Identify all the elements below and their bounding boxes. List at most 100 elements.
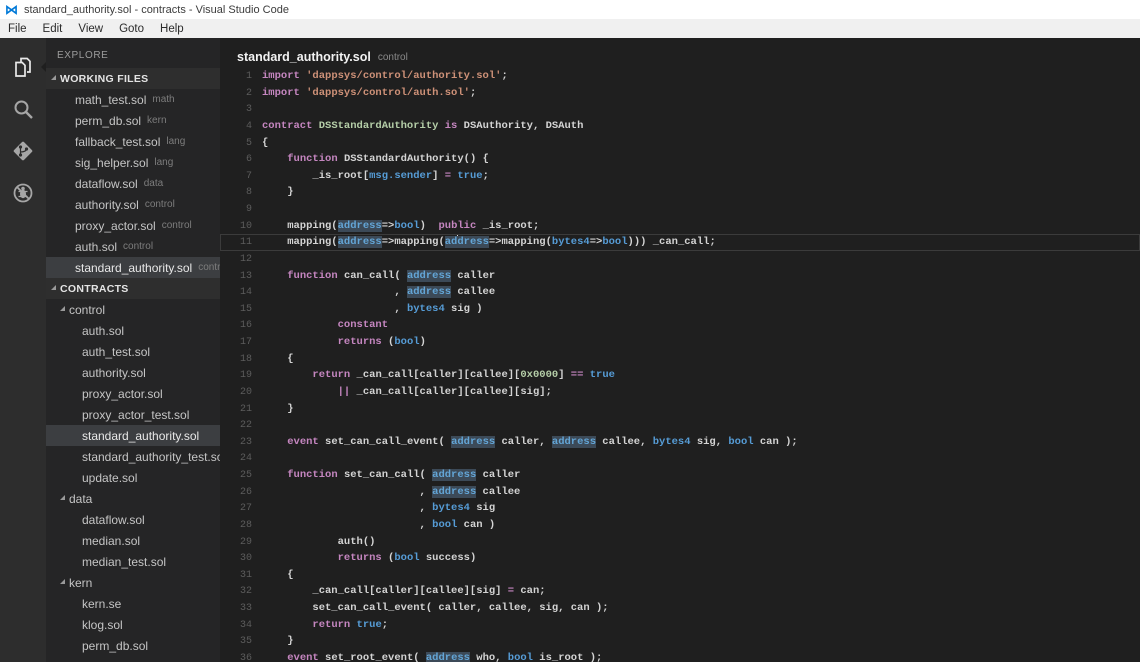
code-line[interactable]: 26 , address callee <box>220 484 1140 501</box>
menu-item-help[interactable]: Help <box>152 19 192 38</box>
code-line[interactable]: 29 auth() <box>220 534 1140 551</box>
tree-file-item[interactable]: standard_authority.sol <box>46 425 220 446</box>
chevron-expanded-icon <box>60 306 65 311</box>
tree-file-item[interactable]: kern.se <box>46 593 220 614</box>
line-content: function DSStandardAuthority() { <box>252 153 489 165</box>
editor-tab[interactable]: standard_authority.sol control <box>220 38 1140 68</box>
item-name: proxy_actor.sol <box>82 387 163 401</box>
working-file-item[interactable]: authority.solcontrol <box>46 194 220 215</box>
tab-folder-hint: control <box>378 52 408 64</box>
tree-folder-item[interactable]: data <box>46 488 220 509</box>
line-content <box>252 452 262 464</box>
contracts-label: CONTRACTS <box>60 283 129 295</box>
tree-folder-item[interactable]: lang <box>46 656 220 662</box>
tree-folder-item[interactable]: control <box>46 299 220 320</box>
code-line[interactable]: 4contract DSStandardAuthority is DSAutho… <box>220 118 1140 135</box>
working-file-item[interactable]: math_test.solmath <box>46 89 220 110</box>
menu-item-goto[interactable]: Goto <box>111 19 152 38</box>
contracts-section-header[interactable]: CONTRACTS <box>46 278 220 299</box>
code-line[interactable]: 3 <box>220 101 1140 118</box>
code-line[interactable]: 33 set_can_call_event( caller, callee, s… <box>220 600 1140 617</box>
working-file-item[interactable]: proxy_actor.solcontrol <box>46 215 220 236</box>
working-file-item[interactable]: standard_authority.solcontrol <box>46 257 220 278</box>
tree-file-item[interactable]: proxy_actor_test.sol <box>46 404 220 425</box>
working-file-item[interactable]: perm_db.solkern <box>46 110 220 131</box>
code-line[interactable]: 28 , bool can ) <box>220 517 1140 534</box>
file-name: proxy_actor.sol <box>75 219 156 233</box>
code-line[interactable]: 25 function set_can_call( address caller <box>220 467 1140 484</box>
code-line[interactable]: 35 } <box>220 633 1140 650</box>
tree-file-item[interactable]: perm_db.sol <box>46 635 220 656</box>
working-files-section-header[interactable]: WORKING FILES <box>46 68 220 89</box>
code-line[interactable]: 21 } <box>220 401 1140 418</box>
working-file-item[interactable]: sig_helper.sollang <box>46 152 220 173</box>
menu-item-file[interactable]: File <box>0 19 35 38</box>
explorer-activity-button[interactable] <box>0 46 46 88</box>
line-content: auth() <box>252 536 375 548</box>
code-line[interactable]: 34 return true; <box>220 617 1140 634</box>
code-line[interactable]: 19 return _can_call[caller][callee][0x00… <box>220 367 1140 384</box>
tree-file-item[interactable]: auth.sol <box>46 320 220 341</box>
debug-activity-button[interactable] <box>0 172 46 214</box>
code-line[interactable]: 16 constant <box>220 317 1140 334</box>
menu-item-edit[interactable]: Edit <box>35 19 71 38</box>
line-number: 2 <box>220 86 252 103</box>
code-line[interactable]: 6 function DSStandardAuthority() { <box>220 151 1140 168</box>
working-files-list: math_test.solmathperm_db.solkernfallback… <box>46 89 220 278</box>
code-line[interactable]: 31 { <box>220 567 1140 584</box>
tree-file-item[interactable]: standard_authority_test.sol <box>46 446 220 467</box>
line-number: 13 <box>220 269 252 286</box>
code-line[interactable]: 12 <box>220 251 1140 268</box>
code-line[interactable]: 27 , bytes4 sig <box>220 500 1140 517</box>
tree-file-item[interactable]: dataflow.sol <box>46 509 220 530</box>
code-line[interactable]: 15 , bytes4 sig ) <box>220 301 1140 318</box>
line-content <box>252 103 262 115</box>
code-line[interactable]: 13 function can_call( address caller <box>220 268 1140 285</box>
line-number: 35 <box>220 634 252 651</box>
line-content: return true; <box>252 619 388 631</box>
code-line[interactable]: 30 returns (bool success) <box>220 550 1140 567</box>
code-line[interactable]: 36 event set_root_event( address who, bo… <box>220 650 1140 662</box>
menu-item-view[interactable]: View <box>70 19 111 38</box>
item-name: median_test.sol <box>82 555 166 569</box>
code-line[interactable]: 23 event set_can_call_event( address cal… <box>220 434 1140 451</box>
code-area[interactable]: 1import 'dappsys/control/authority.sol';… <box>220 68 1140 662</box>
line-content: import 'dappsys/control/auth.sol'; <box>252 87 476 99</box>
tree-file-item[interactable]: update.sol <box>46 467 220 488</box>
working-file-item[interactable]: fallback_test.sollang <box>46 131 220 152</box>
tree-file-item[interactable]: authority.sol <box>46 362 220 383</box>
tree-file-item[interactable]: auth_test.sol <box>46 341 220 362</box>
code-line[interactable]: 9 <box>220 201 1140 218</box>
search-activity-button[interactable] <box>0 88 46 130</box>
tree-file-item[interactable]: klog.sol <box>46 614 220 635</box>
tab-filename: standard_authority.sol <box>237 50 371 64</box>
code-line[interactable]: 14 , address callee <box>220 284 1140 301</box>
file-folder-hint: data <box>144 178 163 189</box>
tree-file-item[interactable]: median.sol <box>46 530 220 551</box>
code-line[interactable]: 22 <box>220 417 1140 434</box>
line-content: function set_can_call( address caller <box>252 469 520 481</box>
code-line[interactable]: 18 { <box>220 351 1140 368</box>
tree-file-item[interactable]: median_test.sol <box>46 551 220 572</box>
code-line[interactable]: 32 _can_call[caller][callee][sig] = can; <box>220 583 1140 600</box>
working-file-item[interactable]: dataflow.soldata <box>46 173 220 194</box>
line-content: return _can_call[caller][callee][0x0000]… <box>252 369 615 381</box>
code-line[interactable]: 24 <box>220 450 1140 467</box>
tree-file-item[interactable]: proxy_actor.sol <box>46 383 220 404</box>
line-content: event set_can_call_event( address caller… <box>252 436 798 448</box>
code-line[interactable]: 5{ <box>220 135 1140 152</box>
git-activity-button[interactable] <box>0 130 46 172</box>
chevron-expanded-icon <box>51 75 56 80</box>
code-line[interactable]: 10 mapping(address=>bool) public _is_roo… <box>220 218 1140 235</box>
file-name: math_test.sol <box>75 93 146 107</box>
tree-folder-item[interactable]: kern <box>46 572 220 593</box>
code-line[interactable]: 1import 'dappsys/control/authority.sol'; <box>220 68 1140 85</box>
working-file-item[interactable]: auth.solcontrol <box>46 236 220 257</box>
code-line[interactable]: 8 } <box>220 184 1140 201</box>
code-line[interactable]: 17 returns (bool) <box>220 334 1140 351</box>
vscode-logo-icon: ⋈ <box>5 3 18 16</box>
code-line[interactable]: 2import 'dappsys/control/auth.sol'; <box>220 85 1140 102</box>
code-line[interactable]: 20 || _can_call[caller][callee][sig]; <box>220 384 1140 401</box>
code-line[interactable]: 11 mapping(address=>mapping(address=>map… <box>220 234 1140 251</box>
code-line[interactable]: 7 _is_root[msg.sender] = true; <box>220 168 1140 185</box>
